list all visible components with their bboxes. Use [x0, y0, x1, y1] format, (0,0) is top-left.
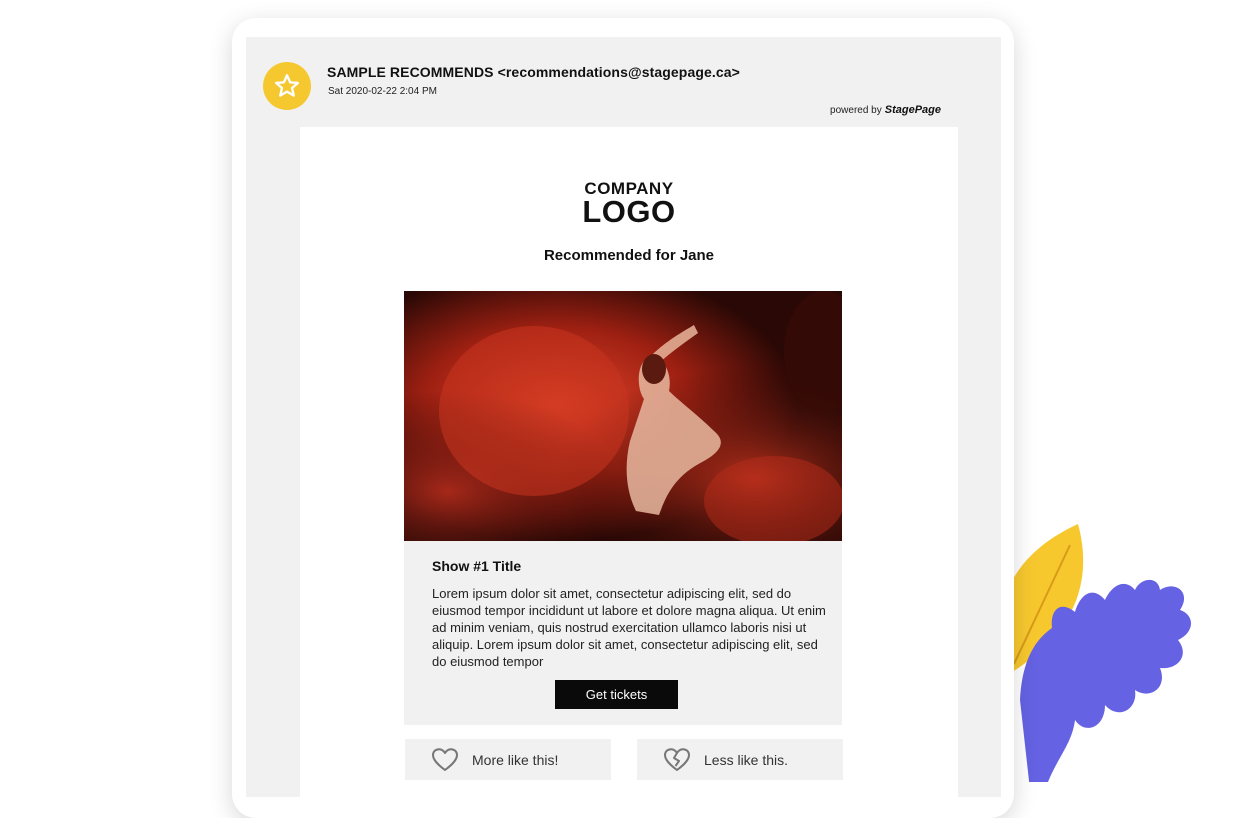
less-like-this-button[interactable]: Less like this.	[637, 739, 843, 780]
show-details: Show #1 Title Lorem ipsum dolor sit amet…	[404, 541, 842, 725]
company-logo-line2: LOGO	[582, 194, 676, 229]
get-tickets-button[interactable]: Get tickets	[555, 680, 678, 709]
show-title: Show #1 Title	[432, 558, 522, 574]
email-view: SAMPLE RECOMMENDS <recommendations@stage…	[246, 37, 1001, 807]
more-like-this-label: More like this!	[472, 751, 559, 768]
show-image[interactable]	[404, 291, 842, 541]
show-photo	[404, 291, 842, 541]
powered-by: powered by StagePage	[830, 104, 941, 116]
brand-logo: StagePage	[884, 104, 941, 116]
recommended-heading: Recommended for Jane	[543, 247, 715, 264]
email-body: COMPANY LOGO Recommended for Jane Show #…	[300, 127, 958, 807]
powered-by-label: powered by	[830, 105, 882, 116]
sender-avatar	[263, 62, 311, 110]
more-like-this-button[interactable]: More like this!	[405, 739, 611, 780]
star-icon	[274, 74, 300, 97]
sender-line: SAMPLE RECOMMENDS <recommendations@stage…	[327, 64, 740, 80]
show-description: Lorem ipsum dolor sit amet, consectetur …	[432, 586, 826, 669]
sender-name: SAMPLE RECOMMENDS	[327, 64, 494, 80]
broken-heart-icon	[663, 747, 691, 773]
heart-icon	[431, 747, 459, 773]
sender-address: <recommendations@stagepage.ca>	[497, 64, 740, 80]
less-like-this-label: Less like this.	[704, 751, 789, 768]
email-date: Sat 2020-02-22 2:04 PM	[328, 86, 437, 97]
